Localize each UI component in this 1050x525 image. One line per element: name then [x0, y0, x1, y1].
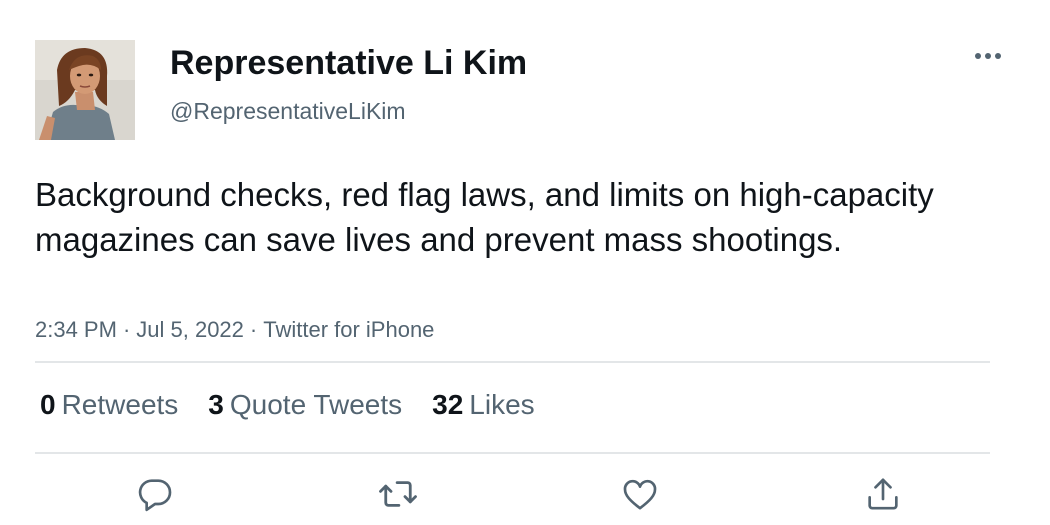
- meta-separator: ·: [249, 317, 258, 342]
- likes-label: Likes: [469, 389, 535, 420]
- action-bar: [0, 472, 1050, 520]
- avatar-image: [35, 40, 135, 140]
- reply-icon: [138, 479, 172, 512]
- meta-separator: ·: [122, 317, 131, 342]
- retweet-button[interactable]: [376, 472, 420, 516]
- tweet-time[interactable]: 2:34 PM: [35, 317, 117, 342]
- retweets-count: 0: [40, 389, 56, 420]
- tweet-text: Background checks, red flag laws, and li…: [35, 176, 934, 258]
- share-button[interactable]: [861, 472, 905, 516]
- quote-tweets-label: Quote Tweets: [229, 389, 403, 420]
- avatar[interactable]: [35, 40, 135, 140]
- retweets-stat[interactable]: 0 Retweets: [40, 388, 178, 422]
- retweet-icon: [379, 481, 417, 507]
- reply-button[interactable]: [133, 472, 177, 516]
- tweet-card: Representative Li Kim @RepresentativeLiK…: [0, 0, 1050, 525]
- divider: [35, 452, 990, 454]
- likes-count: 32: [432, 389, 464, 420]
- like-button[interactable]: [618, 472, 662, 516]
- share-icon: [868, 478, 898, 510]
- retweets-label: Retweets: [61, 389, 179, 420]
- quote-tweets-stat[interactable]: 3 Quote Tweets: [208, 388, 402, 422]
- tweet-date[interactable]: Jul 5, 2022: [136, 317, 244, 342]
- tweet-meta: 2:34 PM · Jul 5, 2022 · Twitter for iPhone: [35, 316, 434, 344]
- divider: [35, 361, 990, 363]
- tweet-stats: 0 Retweets 3 Quote Tweets 32 Likes: [40, 388, 565, 422]
- tweet-source[interactable]: Twitter for iPhone: [263, 317, 434, 342]
- more-options-button[interactable]: [966, 42, 1010, 70]
- user-handle[interactable]: @RepresentativeLiKim: [170, 96, 406, 126]
- quote-tweets-count: 3: [208, 389, 224, 420]
- like-icon: [623, 479, 657, 510]
- likes-stat[interactable]: 32 Likes: [432, 388, 535, 422]
- display-name[interactable]: Representative Li Kim: [170, 43, 527, 83]
- more-icon: [975, 53, 1001, 59]
